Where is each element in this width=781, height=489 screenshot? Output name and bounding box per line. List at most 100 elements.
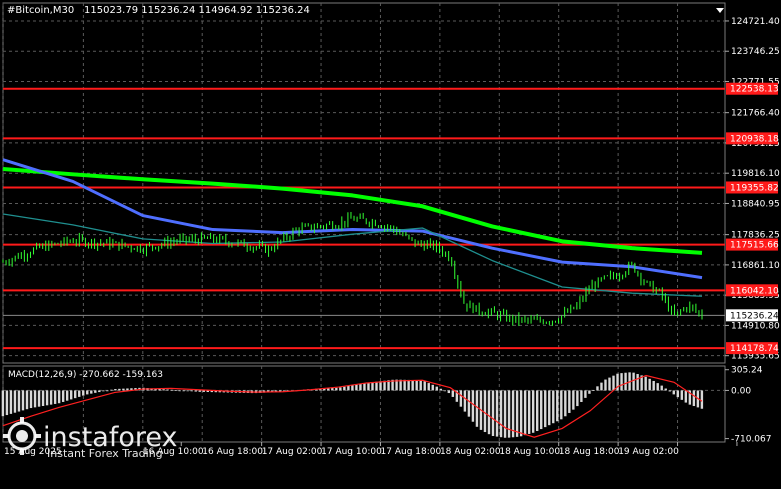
macd-bar	[560, 390, 563, 420]
macd-bar	[367, 382, 370, 391]
macd-bar	[202, 390, 205, 392]
macd-bar	[379, 381, 382, 391]
x-tick-label: 18 Aug 10:00	[499, 447, 560, 457]
macd-bar	[49, 390, 53, 405]
macd-bar	[467, 390, 471, 417]
macd-bar	[608, 377, 611, 391]
macd-bar	[463, 390, 467, 412]
macd-bar	[552, 390, 555, 424]
macd-bar	[656, 383, 659, 391]
macd-bar	[102, 390, 105, 392]
macd-bar	[636, 374, 639, 391]
macd-bar	[174, 390, 177, 391]
macd-bar	[351, 385, 354, 391]
macd-bar	[700, 390, 704, 409]
brand-tagline: Instant Forex Trading	[47, 447, 163, 460]
macd-bar	[166, 389, 169, 391]
macd-bar	[515, 390, 519, 437]
macd-bar	[423, 381, 426, 391]
macd-bar	[126, 388, 129, 391]
macd-bar	[182, 390, 185, 392]
macd-bar	[519, 390, 523, 437]
macd-bar	[672, 390, 675, 395]
macd-bar	[499, 390, 503, 438]
macd-bar	[588, 390, 591, 394]
macd-bar	[198, 390, 201, 392]
macd-bar	[503, 390, 507, 438]
macd-bar	[415, 380, 418, 391]
macd-bar	[600, 382, 603, 391]
macd-bar	[106, 390, 109, 392]
macd-bar	[110, 389, 113, 391]
macd-bar	[33, 390, 37, 408]
macd-bar	[572, 390, 575, 410]
macd-bar	[407, 379, 410, 391]
macd-bar	[9, 390, 13, 414]
macd-y-tick-label: 0.00	[731, 386, 751, 396]
macd-bar	[483, 390, 487, 433]
level-label: 120938.18	[730, 134, 779, 144]
macd-bar	[17, 390, 21, 412]
macd-bar	[564, 390, 567, 417]
macd-bar	[676, 390, 679, 398]
macd-bar	[118, 388, 121, 391]
macd-bar	[556, 390, 559, 422]
macd-bar	[78, 390, 81, 397]
level-label: 117515.66	[730, 241, 779, 251]
macd-bar	[61, 390, 65, 402]
macd-bar	[21, 390, 25, 411]
macd-bar	[25, 390, 29, 410]
macd-bar	[435, 386, 438, 391]
macd-bar	[94, 390, 97, 393]
macd-bar	[548, 390, 551, 426]
macd-bar	[5, 390, 9, 416]
macd-bar	[90, 390, 93, 394]
macd-bar	[419, 380, 422, 391]
macd-bar	[451, 390, 455, 397]
y-tick-label: 114910.80	[731, 321, 780, 331]
macd-bar	[53, 390, 57, 404]
macd-bar	[604, 379, 607, 391]
x-tick-label: 16 Aug 18:00	[202, 447, 263, 457]
macd-bar	[363, 383, 366, 391]
chart-canvas: 124721.40123746.25122771.55121766.401207…	[0, 0, 781, 489]
y-tick-label: 118840.95	[731, 199, 780, 209]
level-label: 116042.10	[730, 286, 779, 296]
macd-bar	[527, 390, 531, 434]
macd-bar	[495, 390, 499, 437]
macd-bar	[624, 372, 627, 391]
macd-bar	[680, 390, 684, 400]
macd-bar	[620, 373, 623, 391]
macd-bar	[596, 386, 599, 391]
macd-bar	[114, 389, 117, 391]
macd-y-tick-label: 305.24	[731, 366, 763, 376]
y-tick-label: 123746.25	[731, 47, 780, 57]
macd-bar	[411, 380, 414, 391]
macd-bar	[162, 389, 165, 391]
current-price-label: 115236.24	[730, 311, 779, 321]
macd-bar	[403, 379, 406, 391]
macd-bar	[178, 390, 181, 392]
macd-bar	[431, 384, 434, 391]
macd-bar	[98, 390, 101, 393]
y-tick-label: 124721.40	[731, 17, 780, 27]
macd-bar	[190, 390, 193, 392]
macd-bar	[612, 375, 615, 391]
macd-bar	[170, 389, 173, 391]
x-tick-label: 17 Aug 02:00	[262, 447, 323, 457]
macd-bar	[580, 390, 583, 402]
level-label: 114178.74	[730, 344, 779, 354]
macd-bar	[74, 390, 77, 399]
y-tick-label: 116861.10	[731, 261, 780, 271]
macd-bar	[186, 390, 189, 392]
macd-bar	[584, 390, 587, 398]
macd-bar	[523, 390, 527, 436]
x-tick-label: 18 Aug 18:00	[559, 447, 620, 457]
level-label: 122538.13	[730, 85, 779, 95]
macd-bar	[443, 390, 446, 392]
macd-bar	[69, 390, 73, 400]
macd-bar	[347, 386, 350, 391]
macd-bar	[339, 387, 342, 391]
macd-bar	[648, 378, 651, 391]
macd-bar	[86, 390, 89, 395]
